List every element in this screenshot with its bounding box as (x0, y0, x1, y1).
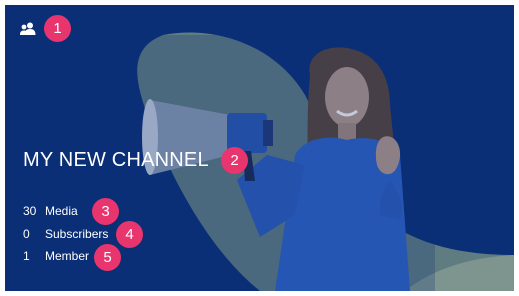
channel-title: MY NEW CHANNEL (23, 149, 209, 171)
annotation-badge-1: 1 (44, 15, 71, 42)
media-count: 30 (23, 204, 37, 218)
stat-media: 30 Media (23, 204, 78, 218)
stat-subscribers: 0 Subscribers (23, 227, 108, 241)
annotation-badge-4: 4 (116, 221, 143, 248)
subscribers-count: 0 (23, 227, 30, 241)
people-group-icon (20, 22, 36, 36)
stat-members: 1 Member (23, 249, 89, 263)
annotation-badge-5: 5 (94, 244, 121, 271)
members-label: Member (45, 249, 90, 263)
media-label: Media (45, 204, 78, 218)
subscribers-label: Subscribers (45, 227, 109, 241)
annotation-badge-3: 3 (92, 198, 119, 225)
members-count: 1 (23, 249, 30, 263)
channel-banner: MY NEW CHANNEL 30 Media 0 Subscribers 1 Mem… (5, 5, 514, 291)
annotation-badge-2: 2 (221, 147, 248, 174)
